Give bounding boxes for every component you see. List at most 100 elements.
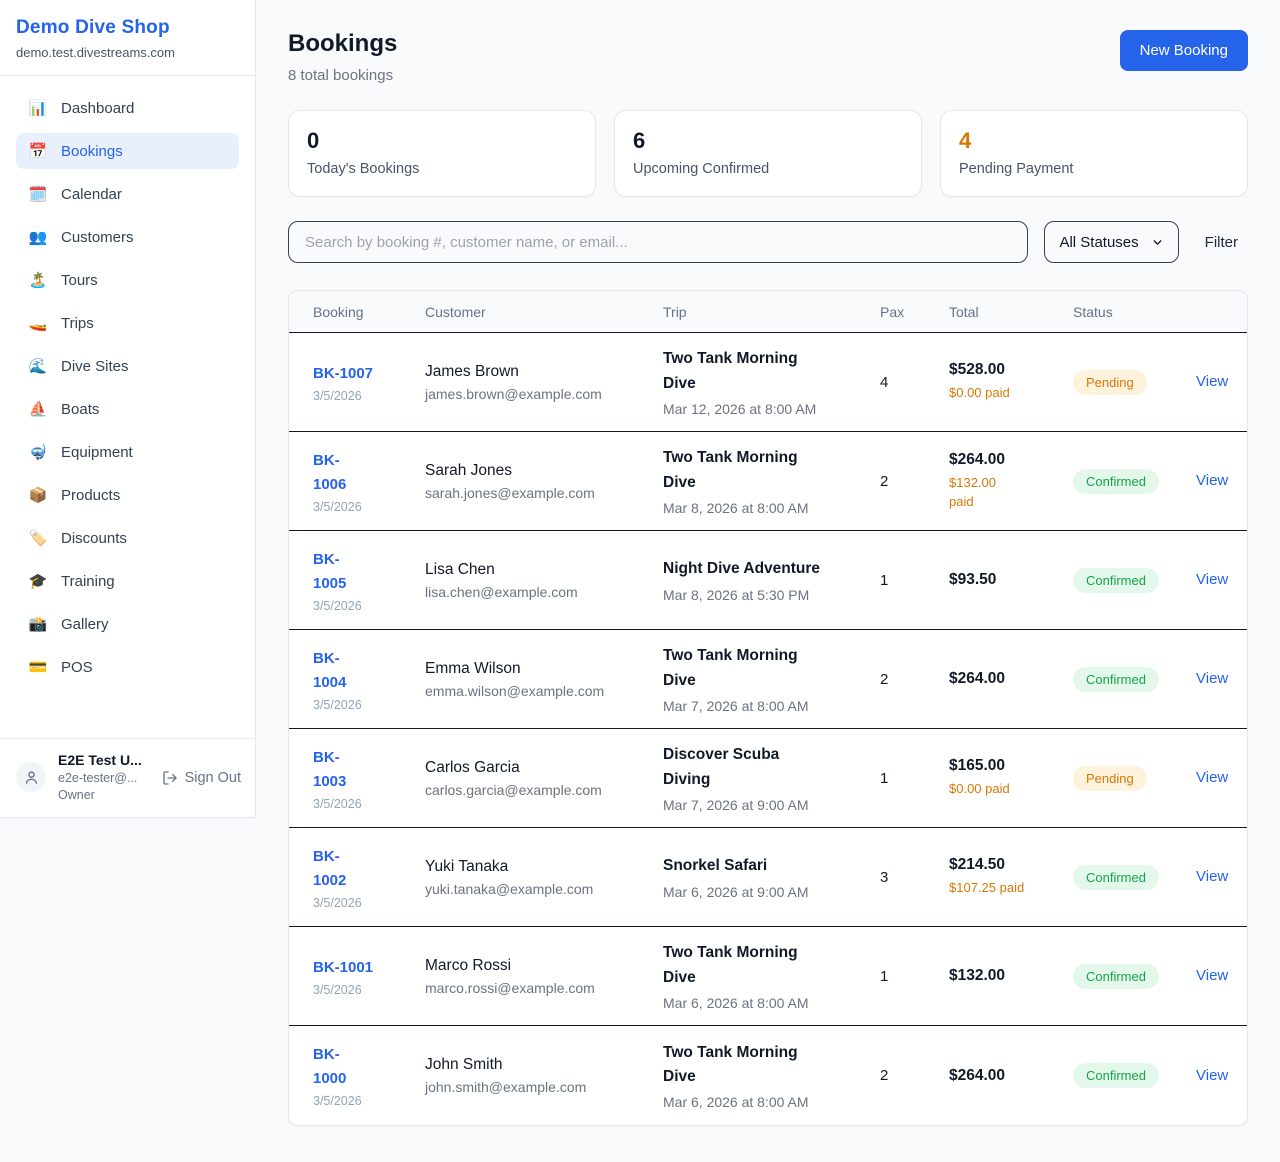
paid-amount: $0.00 paid [949,384,1073,403]
customer-name: Emma Wilson [425,660,663,678]
sidebar-item-calendar[interactable]: 🗓️ Calendar [16,176,239,212]
sidebar-item-label: Customers [61,229,134,246]
status-badge: Pending [1073,370,1147,395]
bookings-table: BookingCustomerTripPaxTotalStatus BK-100… [288,290,1248,1126]
sidebar-item-label: Tours [61,272,98,289]
sidebar-item-products[interactable]: 📦 Products [16,477,239,513]
customer-name: Lisa Chen [425,561,663,579]
total-amount: $264.00 [949,451,1073,469]
booking-number-link[interactable]: BK-1004 [313,647,425,695]
table-row: BK-1004 3/5/2026 Emma Wilson emma.wilson… [289,630,1247,729]
status-badge: Confirmed [1073,667,1159,692]
dive-sites-icon: 🌊 [28,357,48,375]
search-input[interactable] [288,221,1028,263]
sidebar-item-dashboard[interactable]: 📊 Dashboard [16,90,239,126]
booking-number-link[interactable]: BK-1000 [313,1043,425,1091]
sidebar-item-discounts[interactable]: 🏷️ Discounts [16,520,239,556]
view-link[interactable]: View [1196,373,1228,390]
view-link[interactable]: View [1196,670,1228,687]
view-link[interactable]: View [1196,967,1228,984]
column-header: Pax [880,304,949,320]
booking-number-link[interactable]: BK-1007 [313,362,425,386]
sidebar-item-gallery[interactable]: 📸 Gallery [16,606,239,642]
view-link[interactable]: View [1196,472,1228,489]
sign-out-button[interactable]: Sign Out [162,770,241,786]
customer-email: emma.wilson@example.com [425,683,663,699]
sidebar: Demo Dive Shop demo.test.divestreams.com… [0,0,256,818]
status-badge: Pending [1073,766,1147,791]
avatar [16,762,46,792]
stat-label: Today's Bookings [307,161,577,177]
booking-date: 3/5/2026 [313,599,425,613]
trip-datetime: Mar 7, 2026 at 9:00 AM [663,797,880,813]
sidebar-item-trips[interactable]: 🚤 Trips [16,305,239,341]
user-footer: E2E Test U... e2e-tester@... Owner Sign … [0,738,255,817]
person-icon [23,769,40,786]
paid-amount: $132.00paid [949,474,1073,512]
pax-count: 3 [880,869,949,886]
paid-amount: $0.00 paid [949,780,1073,799]
customers-icon: 👥 [28,228,48,246]
sidebar-item-dive-sites[interactable]: 🌊 Dive Sites [16,348,239,384]
booking-number-link[interactable]: BK-1003 [313,746,425,794]
customer-email: sarah.jones@example.com [425,485,663,501]
status-filter-select[interactable]: All Statuses [1044,221,1178,263]
sidebar-item-label: Calendar [61,186,122,203]
new-booking-button[interactable]: New Booking [1120,30,1248,71]
customer-email: carlos.garcia@example.com [425,782,663,798]
customer-name: Marco Rossi [425,957,663,975]
trip-datetime: Mar 6, 2026 at 9:00 AM [663,884,880,900]
table-row: BK-1006 3/5/2026 Sarah Jones sarah.jones… [289,432,1247,531]
sidebar-item-boats[interactable]: ⛵ Boats [16,391,239,427]
total-amount: $528.00 [949,361,1073,379]
tours-icon: 🏝️ [28,271,48,289]
page-header: Bookings 8 total bookings New Booking [288,30,1248,84]
sidebar-item-equipment[interactable]: 🤿 Equipment [16,434,239,470]
total-amount: $93.50 [949,571,1073,589]
boats-icon: ⛵ [28,400,48,418]
customer-email: james.brown@example.com [425,386,663,402]
total-amount: $165.00 [949,757,1073,775]
customer-email: yuki.tanaka@example.com [425,881,663,897]
page-title: Bookings [288,30,397,58]
bookings-icon: 📅 [28,142,48,160]
pax-count: 1 [880,572,949,589]
trip-name: Two Tank MorningDive [663,941,880,989]
customer-email: marco.rossi@example.com [425,980,663,996]
sidebar-item-training[interactable]: 🎓 Training [16,563,239,599]
trip-name: Two Tank MorningDive [663,446,880,494]
status-badge: Confirmed [1073,469,1159,494]
filter-button[interactable]: Filter [1195,234,1248,251]
sidebar-item-bookings[interactable]: 📅 Bookings [16,133,239,169]
sidebar-item-tours[interactable]: 🏝️ Tours [16,262,239,298]
trip-datetime: Mar 6, 2026 at 8:00 AM [663,995,880,1011]
trip-datetime: Mar 8, 2026 at 5:30 PM [663,587,880,603]
view-link[interactable]: View [1196,571,1228,588]
trip-name: Discover ScubaDiving [663,743,880,791]
column-header: Customer [425,304,663,320]
user-role: Owner [58,788,142,802]
view-link[interactable]: View [1196,1067,1228,1084]
trip-datetime: Mar 7, 2026 at 8:00 AM [663,698,880,714]
booking-number-link[interactable]: BK-1006 [313,449,425,497]
stat-value: 6 [633,128,903,154]
booking-number-link[interactable]: BK-1001 [313,956,425,980]
view-link[interactable]: View [1196,868,1228,885]
sidebar-item-label: Dive Sites [61,358,129,375]
booking-number-link[interactable]: BK-1002 [313,845,425,893]
sidebar-item-pos[interactable]: 💳 POS [16,649,239,685]
booking-date: 3/5/2026 [313,500,425,514]
sidebar-item-label: Boats [61,401,99,418]
total-amount: $264.00 [949,1067,1073,1085]
sidebar-nav: 📊 Dashboard 📅 Bookings 🗓️ Calendar 👥 Cus… [0,76,255,738]
booking-date: 3/5/2026 [313,797,425,811]
view-link[interactable]: View [1196,769,1228,786]
stat-card: 0 Today's Bookings [288,110,596,197]
booking-number-link[interactable]: BK-1005 [313,548,425,596]
column-header: Status [1073,304,1196,320]
booking-date: 3/5/2026 [313,389,425,403]
stat-card: 4 Pending Payment [940,110,1248,197]
brand-name: Demo Dive Shop [16,17,239,39]
pax-count: 1 [880,968,949,985]
sidebar-item-customers[interactable]: 👥 Customers [16,219,239,255]
